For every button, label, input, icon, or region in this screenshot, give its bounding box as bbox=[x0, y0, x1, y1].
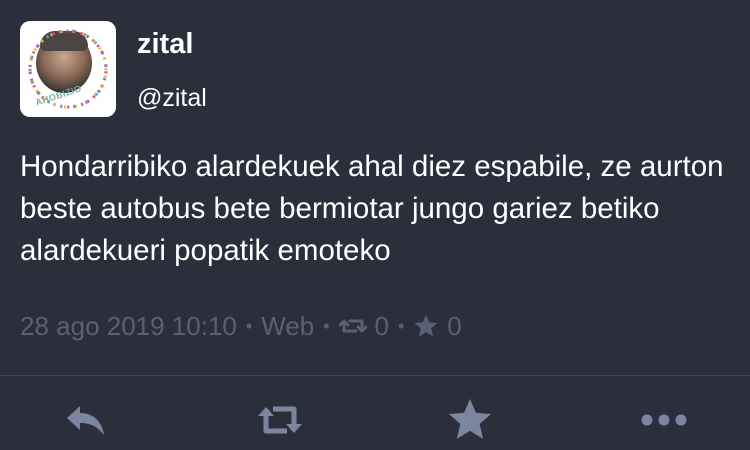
favorite-count-icon bbox=[413, 313, 439, 339]
tweet-timestamp[interactable]: 28 ago 2019 10:10 bbox=[20, 311, 237, 342]
meta-separator: • bbox=[245, 315, 253, 336]
reply-button[interactable] bbox=[62, 396, 110, 444]
retweet-icon bbox=[258, 406, 302, 434]
tweet-meta: 28 ago 2019 10:10 • Web • 0 • 0 bbox=[20, 308, 462, 344]
tweet-detail: AHOBIZIO zital @zital Hondarribiko alard… bbox=[0, 0, 750, 450]
more-icon bbox=[641, 414, 687, 426]
reply-icon bbox=[67, 406, 104, 435]
favorite-count: 0 bbox=[447, 310, 462, 341]
tweet-source[interactable]: Web bbox=[261, 311, 314, 342]
favorite-button[interactable] bbox=[446, 396, 494, 444]
meta-separator: • bbox=[323, 315, 330, 336]
user-handle[interactable]: @zital bbox=[137, 82, 207, 114]
retweet-count: 0 bbox=[374, 310, 389, 341]
more-button[interactable] bbox=[640, 396, 688, 444]
tweet-actions-bar bbox=[0, 376, 750, 450]
retweet-count-icon bbox=[338, 316, 367, 336]
display-name[interactable]: zital bbox=[137, 26, 193, 62]
meta-separator: • bbox=[397, 315, 405, 336]
star-icon bbox=[448, 398, 492, 439]
retweet-button[interactable] bbox=[256, 396, 304, 444]
tweet-text: Hondarribiko alardekuek ahal diez espabi… bbox=[20, 150, 724, 267]
avatar[interactable]: AHOBIZIO bbox=[20, 21, 116, 117]
